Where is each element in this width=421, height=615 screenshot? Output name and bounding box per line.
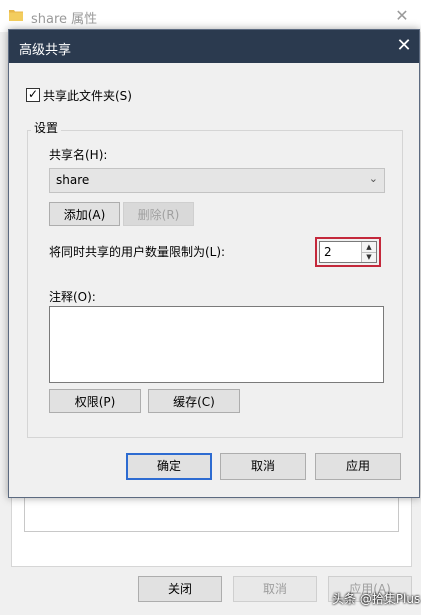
properties-close-button[interactable]: 关闭 [138, 576, 222, 602]
spin-down-icon[interactable]: ▼ [361, 252, 376, 262]
checkmark-icon: ✓ [28, 87, 39, 101]
properties-cancel-button[interactable]: 取消 [233, 576, 317, 602]
user-limit-label: 将同时共享的用户数量限制为(L): [49, 245, 226, 259]
user-limit-spinner[interactable]: 2 ▲ ▼ [319, 241, 377, 263]
share-name-dropdown[interactable]: share ⌄ [49, 168, 385, 193]
delete-button[interactable]: 删除(R) [123, 202, 194, 226]
permissions-button[interactable]: 权限(P) [49, 389, 141, 413]
dialog-close-icon[interactable]: ✕ [393, 36, 415, 58]
dialog-titlebar: 高级共享 ✕ [9, 30, 419, 63]
properties-titlebar: share 属性 ✕ [0, 0, 421, 32]
user-limit-value[interactable]: 2 [324, 245, 332, 259]
properties-close-icon[interactable]: ✕ [390, 5, 414, 27]
chevron-down-icon[interactable]: ⌄ [369, 172, 378, 185]
watermark-text: 头条 @拾集Plus [332, 592, 421, 606]
share-name-value: share [56, 173, 90, 187]
spin-up-icon[interactable]: ▲ [361, 242, 376, 252]
comment-textarea[interactable] [49, 306, 384, 383]
add-button[interactable]: 添加(A) [49, 202, 120, 226]
cancel-button[interactable]: 取消 [220, 453, 306, 480]
properties-title: share 属性 [31, 12, 98, 27]
advanced-sharing-dialog: 高级共享 ✕ ✓ 共享此文件夹(S) 设置 共享名(H): share ⌄ 添加… [8, 29, 420, 498]
properties-inner-box [24, 495, 399, 532]
dialog-title: 高级共享 [19, 43, 72, 58]
settings-group-title: 设置 [31, 119, 62, 136]
apply-button[interactable]: 应用 [315, 453, 401, 480]
share-name-label: 共享名(H): [49, 148, 108, 162]
ok-button[interactable]: 确定 [126, 453, 212, 480]
share-folder-label[interactable]: 共享此文件夹(S) [43, 87, 132, 104]
folder-icon [9, 10, 23, 21]
checkbox-box[interactable]: ✓ [26, 87, 40, 102]
caching-button[interactable]: 缓存(C) [148, 389, 240, 413]
comment-label: 注释(O): [49, 290, 96, 304]
